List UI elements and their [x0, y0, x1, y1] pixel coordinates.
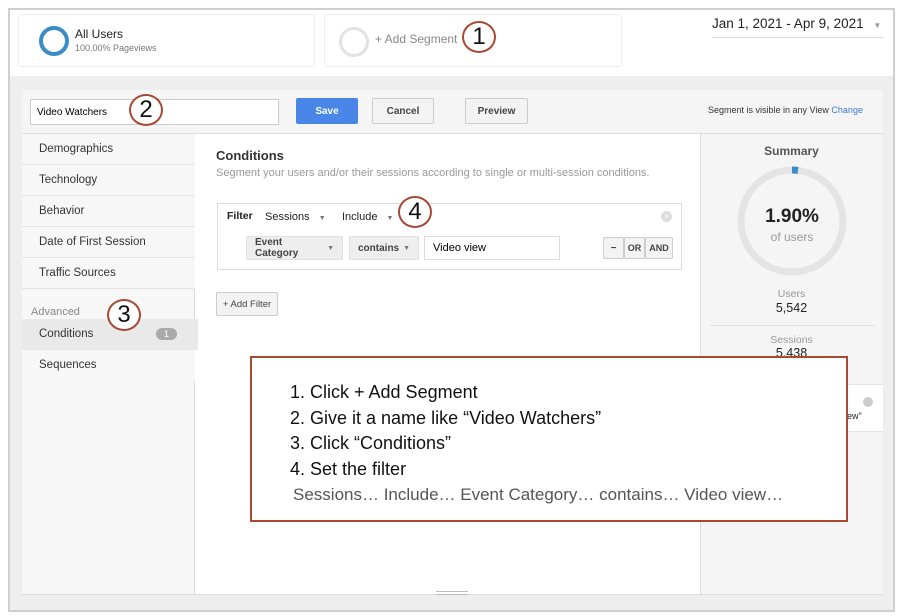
- mode-value: Include: [342, 211, 378, 223]
- segment-title: All Users: [75, 27, 124, 41]
- or-button[interactable]: OR: [624, 237, 645, 259]
- summary-percent: 1.90%: [765, 206, 819, 227]
- date-range-picker[interactable]: Jan 1, 2021 - Apr 9, 2021 ▼: [712, 16, 883, 38]
- close-icon[interactable]: [863, 397, 873, 407]
- summary-percent-label: of users: [770, 230, 814, 244]
- nav-traffic-sources[interactable]: Traffic Sources: [22, 258, 195, 289]
- remove-condition-button[interactable]: −: [603, 237, 624, 259]
- caret-down-icon: ▼: [327, 244, 334, 252]
- nav-behavior[interactable]: Behavior: [22, 196, 195, 227]
- operator-value: contains: [358, 242, 400, 254]
- annotation-4: 4: [398, 196, 432, 228]
- callout-line: 3. Click “Conditions”: [290, 433, 452, 453]
- empty-segment-ring-icon: [339, 27, 369, 57]
- instructions-callout: 1. Click + Add Segment 2. Give it a name…: [250, 356, 848, 522]
- and-button[interactable]: AND: [645, 237, 673, 259]
- remove-filter-icon[interactable]: ×: [661, 211, 672, 222]
- caret-down-icon: ▼: [318, 215, 326, 222]
- annotation-3: 3: [107, 299, 141, 331]
- preview-button[interactable]: Preview: [465, 98, 528, 124]
- operator-dropdown[interactable]: contains ▼: [349, 236, 419, 260]
- chevron-down-icon: ▼: [873, 21, 882, 30]
- cancel-button[interactable]: Cancel: [372, 98, 434, 124]
- save-button[interactable]: Save: [296, 98, 358, 124]
- callout-detail: Sessions… Include… Event Category… conta…: [293, 485, 784, 504]
- callout-line: 4. Set the filter: [290, 458, 407, 479]
- dimension-value: Event Category: [255, 237, 299, 259]
- segment-all-users[interactable]: All Users 100.00% Pageviews: [18, 14, 315, 67]
- users-value: 5,542: [775, 301, 808, 315]
- conditions-title: Conditions: [216, 148, 284, 163]
- nav-technology[interactable]: Technology: [22, 165, 195, 196]
- scope-dropdown[interactable]: Sessions ▼: [265, 211, 326, 223]
- dimension-dropdown[interactable]: Event Category ▼: [246, 236, 343, 260]
- users-label: Users: [777, 288, 806, 300]
- nav-sequences[interactable]: Sequences: [22, 350, 195, 381]
- date-range-text: Jan 1, 2021 - Apr 9, 2021: [712, 16, 864, 31]
- sessions-label: Sessions: [770, 334, 813, 346]
- nav-conditions-label: Conditions: [39, 328, 94, 340]
- annotation-1: 1: [462, 21, 496, 53]
- conditions-count-badge: 1: [156, 328, 178, 340]
- filter-label: Filter: [227, 210, 253, 222]
- nav-date-of-first-session[interactable]: Date of First Session: [22, 227, 195, 258]
- segment-subtitle: 100.00% Pageviews: [75, 43, 157, 53]
- conditions-description: Segment your users and/or their sessions…: [216, 167, 650, 179]
- caret-down-icon: ▼: [403, 244, 410, 252]
- mode-dropdown[interactable]: Include ▼: [342, 211, 393, 223]
- visibility-label: Segment is visible in any View: [708, 105, 829, 115]
- visibility-text: Segment is visible in any View Change: [708, 105, 863, 115]
- summary-title: Summary: [764, 144, 819, 158]
- caret-down-icon: ▼: [386, 215, 394, 222]
- scope-value: Sessions: [265, 211, 310, 223]
- resize-handle[interactable]: [436, 591, 468, 595]
- filter-value-input[interactable]: [424, 236, 560, 260]
- summary-divider: [710, 325, 875, 326]
- annotation-2: 2: [129, 94, 163, 126]
- advanced-label: Advanced: [31, 306, 80, 318]
- nav-demographics[interactable]: Demographics: [22, 134, 195, 165]
- add-filter-button[interactable]: + Add Filter: [216, 292, 278, 316]
- change-link[interactable]: Change: [831, 105, 863, 115]
- callout-line: 2. Give it a name like “Video Watchers”: [290, 407, 602, 428]
- callout-line: 1. Click + Add Segment: [290, 382, 478, 402]
- add-segment-label: + Add Segment: [375, 32, 458, 46]
- segment-ring-icon: [39, 26, 69, 56]
